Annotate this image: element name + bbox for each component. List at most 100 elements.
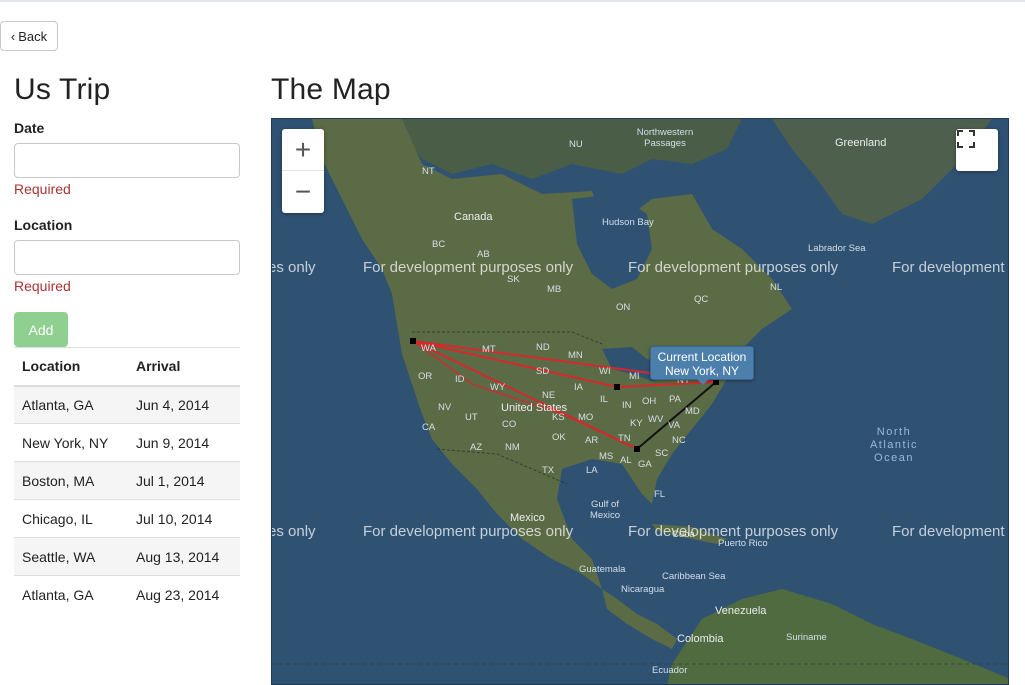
map-label-tx: TX — [542, 465, 555, 476]
map-label-al: AL — [620, 455, 632, 466]
row-arrival: Jul 10, 2014 — [128, 499, 240, 538]
map-label-la: LA — [586, 465, 598, 476]
map-label-fl: FL — [654, 489, 666, 500]
map-label-nu: NU — [569, 139, 583, 150]
dev-watermark: For development — [892, 259, 1005, 276]
map-label-mt: MT — [482, 344, 496, 355]
table-row: Atlanta, GA Aug 23, 2014 — [14, 575, 240, 614]
dev-watermark: es only — [271, 523, 316, 540]
zoom-out-button[interactable]: − — [282, 171, 324, 213]
map-label-pa: PA — [669, 394, 681, 405]
map-label-ms: MS — [599, 451, 614, 462]
table-header-row: Location Arrival — [14, 347, 240, 387]
location-field[interactable] — [14, 240, 240, 275]
date-field[interactable] — [14, 143, 240, 178]
row-arrival: Jun 9, 2014 — [128, 423, 240, 462]
trip-title: Us Trip — [14, 73, 111, 106]
tooltip-title: Current Location — [657, 350, 747, 364]
dev-watermark: For development purposes only — [363, 523, 574, 540]
row-arrival: Aug 23, 2014 — [128, 575, 240, 614]
location-label: Location — [14, 217, 73, 233]
marker-seattle — [410, 338, 416, 344]
map-label-il: IL — [600, 394, 608, 405]
map-label-nm: NM — [505, 442, 520, 453]
dev-watermark: For development purposes only — [363, 259, 574, 276]
map-label-nd: ND — [536, 342, 550, 353]
map-label-sd: SD — [536, 366, 550, 377]
table-row: New York, NY Jun 9, 2014 — [14, 423, 240, 462]
back-button[interactable]: ‹ Back — [0, 21, 58, 51]
row-location: Atlanta, GA — [14, 385, 128, 424]
map-view[interactable]: Greenland Canada United States Mexico Hu… — [271, 118, 1009, 685]
row-location: Boston, MA — [14, 461, 128, 500]
map-label-labrador-sea: Labrador Sea — [808, 243, 866, 254]
map-label-wy: WY — [490, 382, 506, 393]
row-arrival: Jul 1, 2014 — [128, 461, 240, 500]
trip-table: Location Arrival Atlanta, GA Jun 4, 2014 … — [14, 347, 240, 614]
map-label-ca: CA — [422, 422, 436, 433]
map-label-nicaragua: Nicaragua — [621, 584, 665, 595]
map-label-oh: OH — [642, 396, 657, 407]
map-label-tn: TN — [618, 433, 631, 444]
table-row: Atlanta, GA Jun 4, 2014 — [14, 385, 240, 424]
add-button[interactable]: Add — [14, 312, 68, 347]
column-header-arrival: Arrival — [128, 347, 240, 387]
map-label-on: ON — [616, 302, 631, 313]
map-label-ne: NE — [542, 390, 556, 401]
map-label-gulf-of-mexico: Gulf of Mexico — [589, 499, 621, 521]
map-label-wi: WI — [599, 366, 611, 377]
map-canvas[interactable] — [272, 119, 1009, 685]
map-label-mo: MO — [578, 412, 594, 423]
map-label-guatemala: Guatemala — [579, 564, 626, 575]
map-label-nv: NV — [438, 402, 452, 413]
map-label-caribbean-sea: Caribbean Sea — [662, 571, 726, 582]
column-header-location: Location — [14, 347, 128, 387]
map-label-va: VA — [668, 420, 680, 431]
map-label-nt: NT — [422, 166, 435, 177]
row-location: Atlanta, GA — [14, 575, 128, 614]
fullscreen-button[interactable] — [956, 129, 998, 171]
map-label-ia: IA — [574, 382, 583, 393]
zoom-control: + − — [282, 129, 324, 213]
map-label-suriname: Suriname — [786, 632, 827, 643]
map-label-venezuela: Venezuela — [715, 605, 767, 617]
map-title: The Map — [271, 73, 391, 106]
marker-atlanta — [634, 446, 640, 452]
map-label-nl: NL — [770, 282, 783, 293]
map-label-md: MD — [685, 406, 700, 417]
date-label: Date — [14, 120, 45, 136]
map-label-ky: KY — [630, 418, 643, 429]
map-label-ar: AR — [585, 435, 599, 446]
fullscreen-icon — [957, 130, 975, 148]
map-label-colombia: Colombia — [677, 633, 724, 645]
map-label-or: OR — [418, 371, 433, 382]
map-label-north-atlantic-ocean: North Atlantic Ocean — [869, 426, 919, 464]
row-location: New York, NY — [14, 423, 128, 462]
top-divider — [0, 0, 1025, 2]
map-label-co: CO — [502, 419, 517, 430]
map-label-mn: MN — [568, 350, 583, 361]
date-error: Required — [14, 181, 71, 197]
map-label-northwestern-passages: Northwestern Passages — [636, 127, 694, 149]
row-arrival: Jun 4, 2014 — [128, 385, 240, 424]
row-arrival: Aug 13, 2014 — [128, 537, 240, 576]
tooltip-location: New York, NY — [664, 364, 740, 378]
table-row: Boston, MA Jul 1, 2014 — [14, 461, 240, 500]
map-label-canada: Canada — [454, 211, 493, 223]
map-label-wa: WA — [421, 343, 436, 354]
map-label-ecuador: Ecuador — [652, 665, 688, 676]
row-location: Chicago, IL — [14, 499, 128, 538]
dev-watermark: For development — [892, 523, 1005, 540]
map-label-greenland: Greenland — [835, 137, 887, 149]
map-label-nc: NC — [672, 435, 686, 446]
current-location-tooltip: Current Location New York, NY — [650, 346, 754, 385]
map-label-mb: MB — [547, 284, 562, 295]
map-label-in: IN — [622, 400, 632, 411]
map-label-ks: KS — [552, 412, 565, 423]
back-button-label: Back — [18, 28, 48, 44]
map-label-bc: BC — [432, 239, 446, 250]
map-label-sc: SC — [655, 448, 669, 459]
map-label-ok: OK — [552, 432, 566, 443]
map-label-ut: UT — [465, 412, 478, 423]
zoom-in-button[interactable]: + — [282, 129, 324, 171]
